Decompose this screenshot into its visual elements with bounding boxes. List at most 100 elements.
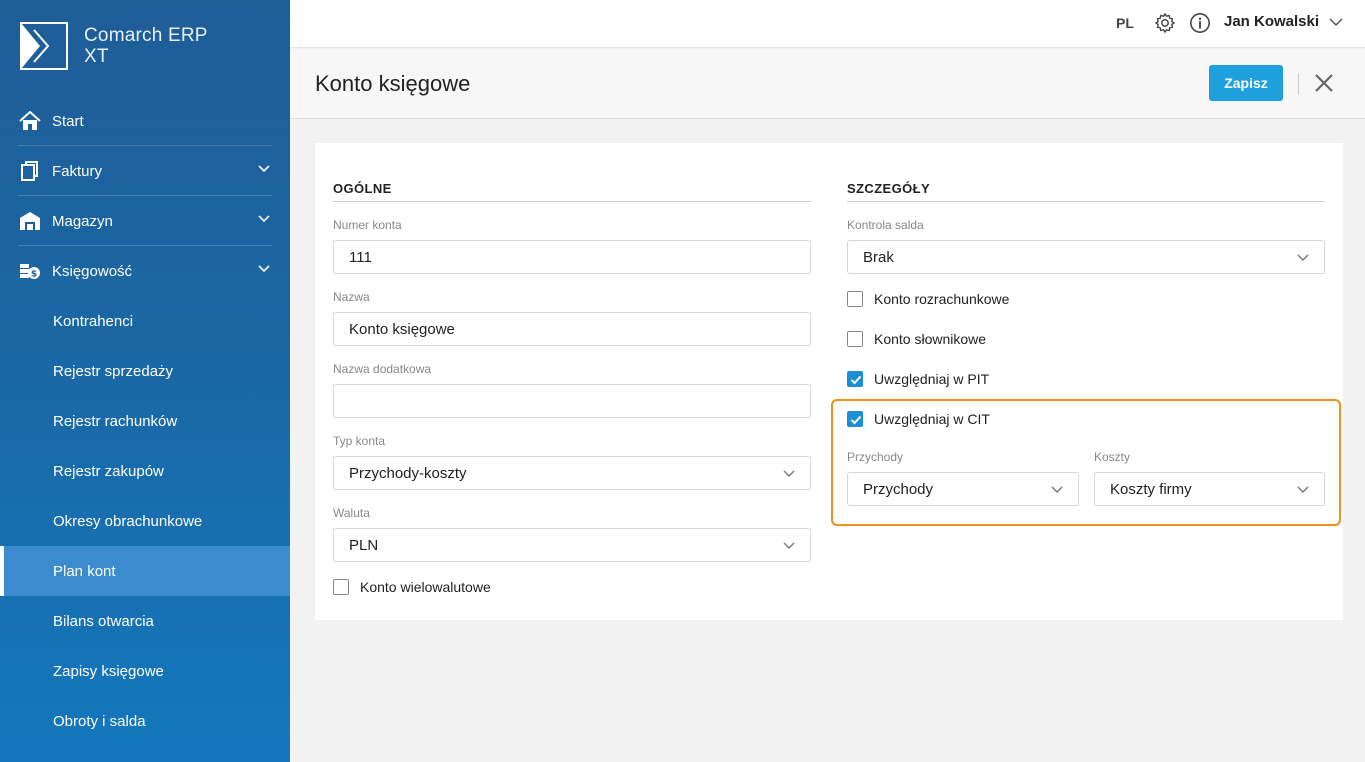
nav-subitem-label: Kontrahenci <box>53 312 134 330</box>
nav-item-label: Magazyn <box>52 212 113 230</box>
dictionary-checkbox-row[interactable]: Konto słownikowe <box>847 331 986 347</box>
revenue-select[interactable]: Przychody <box>847 472 1079 506</box>
revenue-label: Przychody <box>847 450 904 464</box>
sidebar: Comarch ERP XT Start Faktury Magazyn $ K… <box>0 0 290 762</box>
accounting-icon: $ <box>20 264 40 280</box>
costs-select[interactable]: Koszty firmy <box>1094 472 1325 506</box>
nav-item-magazyn[interactable]: Magazyn <box>0 196 290 246</box>
nav-subitem-label: Zapisy księgowe <box>53 662 164 680</box>
main-nav: Start Faktury Magazyn $ Księgowość Kontr… <box>0 96 290 746</box>
chevron-down-icon <box>783 470 795 477</box>
extra-name-label: Nazwa dodatkowa <box>333 362 432 376</box>
section-title: SZCZEGÓŁY <box>847 181 931 196</box>
account-type-label: Typ konta <box>333 434 386 448</box>
account-number-label: Numer konta <box>333 218 402 232</box>
currency-select[interactable]: PLN <box>333 528 811 562</box>
field-value: Przychody-koszty <box>349 464 467 482</box>
account-form: OGÓLNE Numer konta 111 Nazwa Konto księg… <box>315 143 1343 620</box>
cit-checkbox[interactable] <box>847 411 863 427</box>
field-value: Brak <box>863 248 894 266</box>
nav-subitem-okresy-obrachunkowe[interactable]: Okresy obrachunkowe <box>0 496 290 546</box>
page-header: Konto księgowe Zapisz <box>290 49 1365 119</box>
nav-subitem-rejestr-rachunkow[interactable]: Rejestr rachunków <box>0 396 290 446</box>
nav-subitem-label: Rejestr sprzedaży <box>53 362 174 380</box>
save-button[interactable]: Zapisz <box>1209 65 1283 101</box>
home-icon <box>19 111 41 130</box>
gear-icon[interactable] <box>1154 12 1176 34</box>
multicurrency-checkbox-row[interactable]: Konto wielowalutowe <box>333 579 491 595</box>
chevron-down-icon <box>1297 254 1309 261</box>
chevron-down-icon <box>783 542 795 549</box>
top-bar: PL Jan Kowalski <box>290 0 1365 48</box>
pit-checkbox[interactable] <box>847 371 863 387</box>
field-value: Przychody <box>863 480 934 498</box>
nav-subitem-label: Bilans otwarcia <box>53 612 154 630</box>
section-title: OGÓLNE <box>333 181 392 196</box>
checkbox-label: Konto wielowalutowe <box>360 579 491 595</box>
brand-name: Comarch ERP XT <box>84 25 208 67</box>
nav-subitem-kontrahenci[interactable]: Kontrahenci <box>0 296 290 346</box>
chevron-down-icon <box>258 165 270 173</box>
nav-subitem-bilans-otwarcia[interactable]: Bilans otwarcia <box>0 596 290 646</box>
nav-item-label: Księgowość <box>52 262 133 280</box>
nav-subitem-rejestr-sprzedazy[interactable]: Rejestr sprzedaży <box>0 346 290 396</box>
chevron-down-icon <box>1051 486 1063 493</box>
balance-control-select[interactable]: Brak <box>847 240 1325 274</box>
nav-item-faktury[interactable]: Faktury <box>0 146 290 196</box>
nav-subitem-rejestr-zakupow[interactable]: Rejestr zakupów <box>0 446 290 496</box>
field-value: Koszty firmy <box>1110 480 1192 498</box>
nav-subitem-zapisy-ksiegowe[interactable]: Zapisy księgowe <box>0 646 290 696</box>
chevron-down-icon[interactable] <box>1329 18 1343 27</box>
settlement-checkbox[interactable] <box>847 291 863 307</box>
checkbox-label: Uwzględniaj w PIT <box>874 371 990 387</box>
pit-checkbox-row[interactable]: Uwzględniaj w PIT <box>847 371 989 387</box>
field-value: PLN <box>349 536 379 554</box>
currency-label: Waluta <box>333 506 370 520</box>
name-label: Nazwa <box>333 290 370 304</box>
brand-line-1: Comarch ERP <box>84 25 208 46</box>
nav-item-start[interactable]: Start <box>0 96 290 146</box>
extra-name-input[interactable] <box>333 384 811 418</box>
brand-line-2: XT <box>84 46 109 67</box>
info-icon[interactable] <box>1189 12 1211 34</box>
nav-item-label: Start <box>52 112 84 130</box>
nav-item-label: Faktury <box>52 162 103 180</box>
chevron-down-icon <box>258 265 270 273</box>
field-value: 111 <box>349 248 372 266</box>
chevron-down-icon <box>258 215 270 223</box>
page-title: Konto księgowe <box>315 71 471 96</box>
field-value: Konto księgowe <box>349 320 455 338</box>
checkmark-icon <box>850 415 862 425</box>
checkbox-label: Uwzględniaj w CIT <box>874 411 990 427</box>
nav-subitem-label: Rejestr zakupów <box>53 462 164 480</box>
nav-subitem-label: Okresy obrachunkowe <box>53 512 203 530</box>
header-divider <box>1298 73 1299 95</box>
nav-subitem-plan-kont[interactable]: Plan kont <box>0 546 290 596</box>
settlement-checkbox-row[interactable]: Konto rozrachunkowe <box>847 291 1009 307</box>
multicurrency-checkbox[interactable] <box>333 579 349 595</box>
dictionary-checkbox[interactable] <box>847 331 863 347</box>
svg-text:$: $ <box>31 270 37 280</box>
nav-item-ksiegowosc[interactable]: $ Księgowość <box>0 246 290 296</box>
nav-subitem-obroty-i-salda[interactable]: Obroty i salda <box>0 696 290 746</box>
brand[interactable]: Comarch ERP XT <box>20 22 208 70</box>
warehouse-icon <box>20 212 40 230</box>
name-input[interactable]: Konto księgowe <box>333 312 811 346</box>
balance-control-label: Kontrola salda <box>847 218 924 232</box>
checkbox-label: Konto słownikowe <box>874 331 987 347</box>
account-number-input[interactable]: 111 <box>333 240 811 274</box>
section-divider <box>333 201 811 202</box>
chevron-down-icon <box>1297 486 1309 493</box>
language-switch[interactable]: PL <box>1116 15 1134 31</box>
user-menu[interactable]: Jan Kowalski <box>1224 13 1319 30</box>
costs-label: Koszty <box>1094 450 1131 464</box>
nav-subitem-label: Obroty i salda <box>53 712 146 730</box>
account-type-select[interactable]: Przychody-koszty <box>333 456 811 490</box>
nav-subitem-label: Rejestr rachunków <box>53 412 178 430</box>
close-icon[interactable] <box>1313 72 1335 94</box>
section-divider <box>847 201 1325 202</box>
checkmark-icon <box>850 375 862 385</box>
invoices-icon <box>21 161 38 181</box>
comarch-logo-icon <box>20 22 68 70</box>
cit-checkbox-row[interactable]: Uwzględniaj w CIT <box>847 411 990 427</box>
